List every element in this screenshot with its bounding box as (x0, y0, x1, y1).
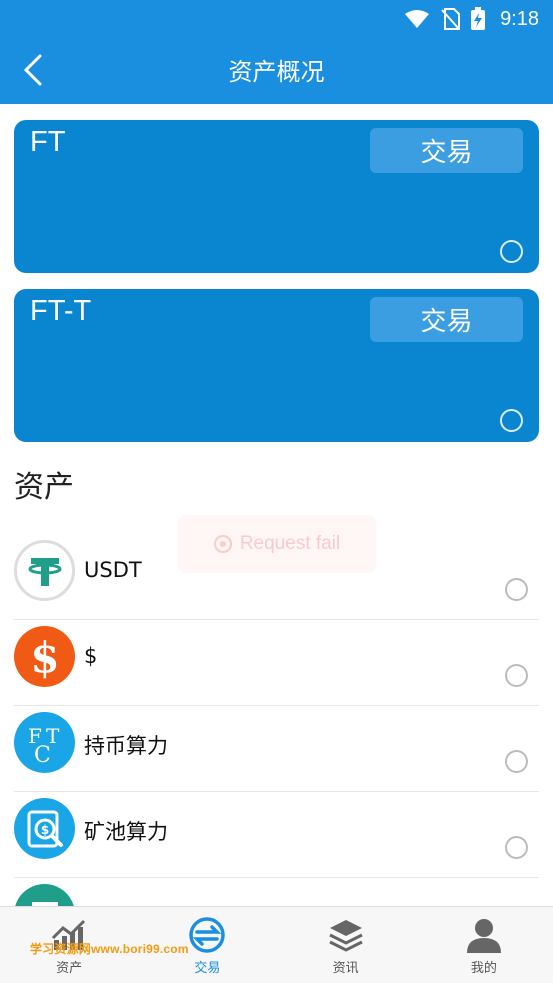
asset-radio[interactable] (505, 664, 528, 687)
asset-label: 矿池算力 (84, 820, 168, 844)
battery-charging-icon (471, 7, 486, 30)
asset-row-pool-power[interactable]: $ 矿池算力 (14, 792, 539, 878)
nav-label: 我的 (470, 961, 497, 976)
nav-label: 资产 (56, 961, 83, 976)
app-header: 9:18 资产概况 (0, 0, 553, 104)
asset-row-holding-power[interactable]: FTC 持币算力 (14, 706, 539, 792)
asset-row-dollar[interactable]: $ $ (14, 620, 539, 706)
nav-item-news[interactable]: 资讯 (277, 907, 415, 983)
card-radio[interactable] (500, 240, 523, 263)
usdt-icon (14, 540, 75, 601)
asset-label: $ (84, 644, 98, 668)
asset-label: USDT (84, 558, 142, 582)
user-icon (464, 915, 504, 955)
asset-card-ft-t[interactable]: FT-T 交易 (14, 289, 539, 442)
asset-radio[interactable] (505, 836, 528, 859)
trade-button[interactable]: 交易 (370, 297, 523, 342)
svg-text:$: $ (40, 823, 48, 837)
nav-label: 资讯 (332, 961, 359, 976)
trade-button[interactable]: 交易 (370, 128, 523, 173)
status-time: 9:18 (500, 7, 539, 30)
asset-card-ft[interactable]: FT 交易 (14, 120, 539, 273)
ftc-coin-icon: FTC (14, 712, 75, 773)
nav-item-me[interactable]: 我的 (415, 907, 553, 983)
asset-label: 持币算力 (84, 734, 168, 758)
toast-message: Request fail (178, 515, 376, 573)
card-name: FT (30, 126, 66, 158)
watermark-text: 学习资源网www.bori99.com (30, 942, 189, 956)
error-icon (213, 535, 232, 553)
layers-icon (326, 915, 366, 955)
asset-radio[interactable] (505, 750, 528, 773)
nav-label: 交易 (194, 961, 221, 976)
section-title: 资产 (14, 470, 74, 505)
pool-search-icon: $ (14, 798, 75, 859)
card-radio[interactable] (500, 409, 523, 432)
svg-text:C: C (34, 743, 51, 768)
svg-text:$: $ (30, 633, 59, 682)
exchange-icon (187, 915, 227, 955)
toast-text: Request fail (239, 533, 341, 554)
page-title: 资产概况 (228, 58, 325, 86)
card-name: FT-T (30, 295, 92, 327)
status-bar: 9:18 (404, 6, 539, 32)
wifi-icon (405, 10, 430, 28)
dollar-icon: $ (14, 626, 75, 687)
asset-radio[interactable] (505, 578, 528, 601)
no-sim-icon (441, 8, 461, 30)
